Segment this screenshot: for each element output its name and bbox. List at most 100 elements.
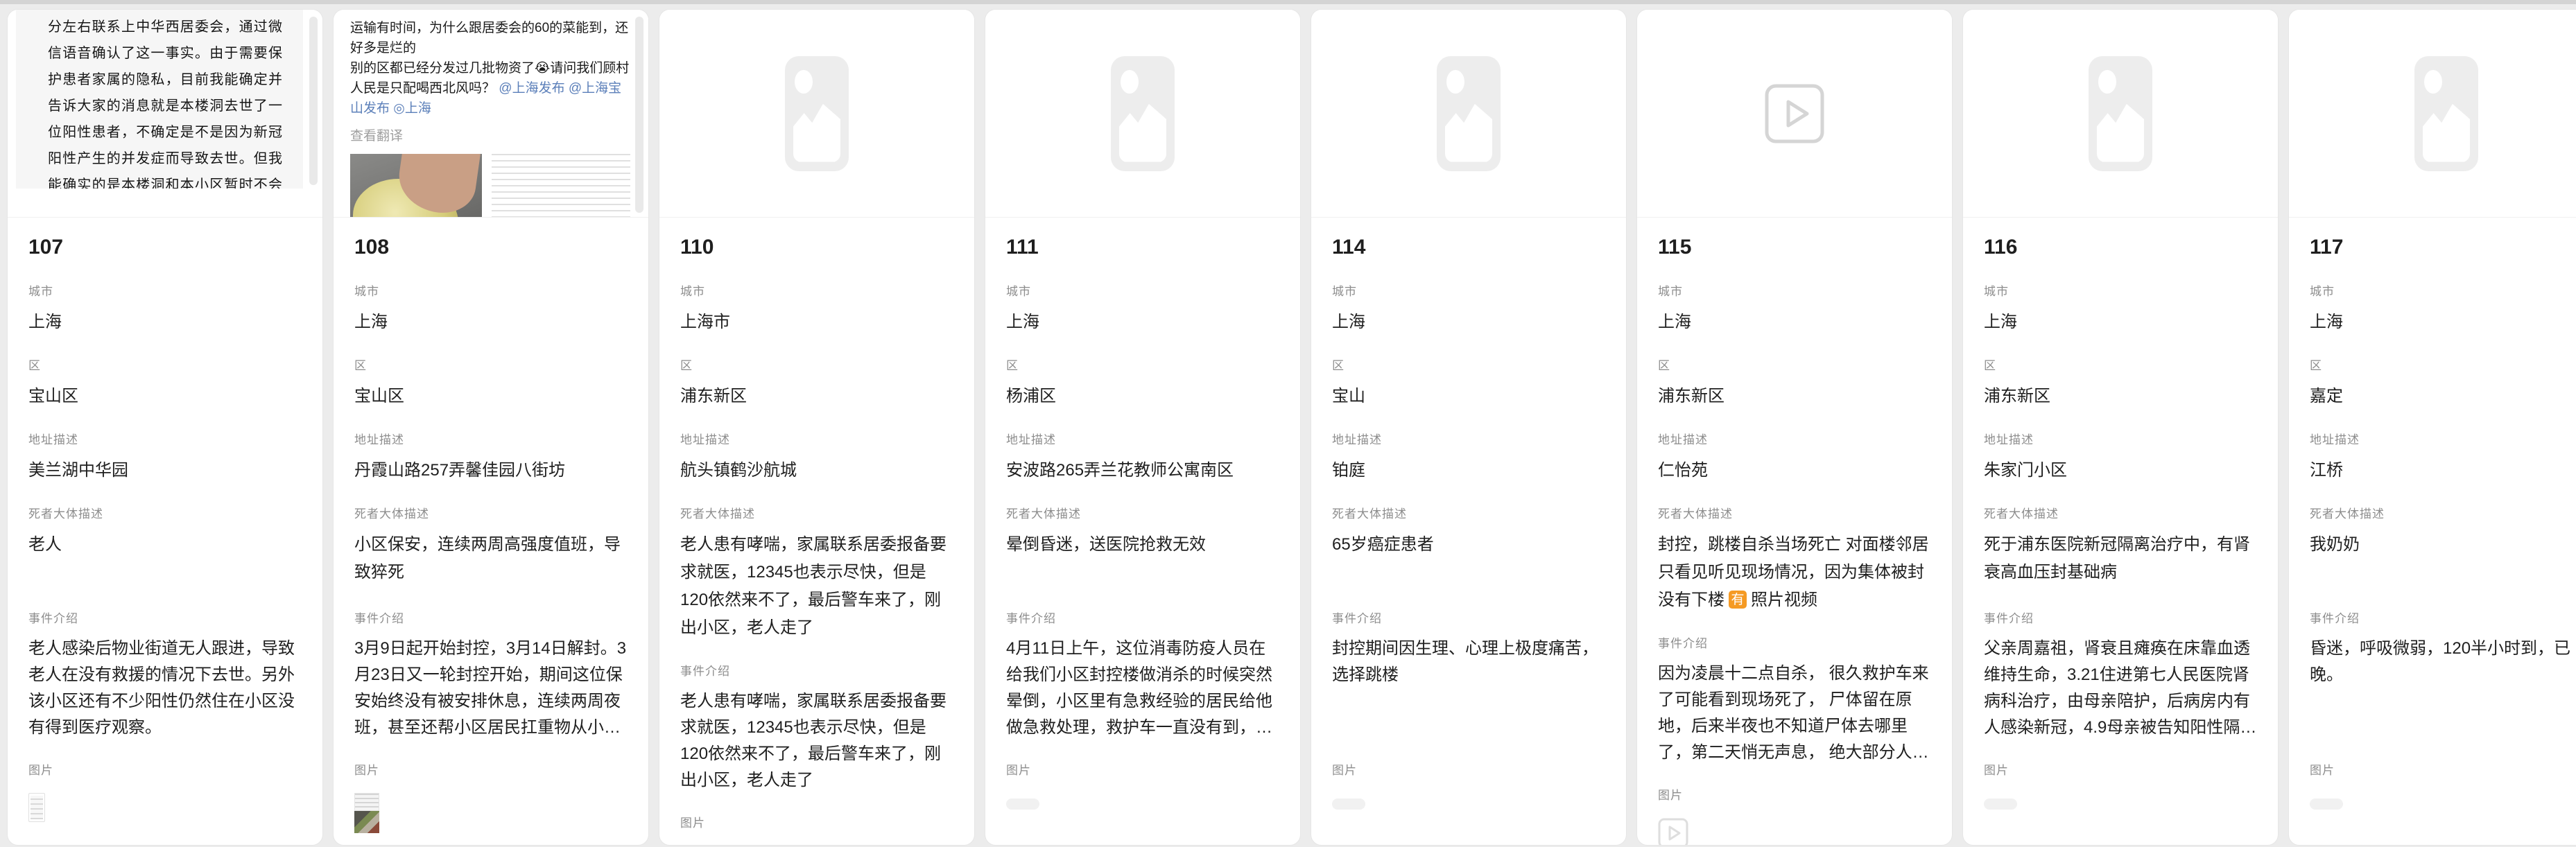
- field-value-event: 3月9日起开始封控，3月14日解封。3月23日又一轮封控开始，期间这位保安始终没…: [354, 636, 628, 741]
- thumbnail-zone: [2310, 787, 2576, 835]
- field-address: 地址描述 航头镇鹤沙航城: [680, 430, 953, 484]
- field-value-victim: 老人: [28, 531, 302, 589]
- field-victim: 死者大体描述 死于浦东医院新冠隔离治疗中，有肾衰高血压封基础病: [1984, 504, 2257, 589]
- field-label: 图片: [1658, 785, 1931, 803]
- field-event: 事件介绍 昏迷，呼吸微弱，120半小时到，已晚。: [2310, 609, 2576, 741]
- field-label: 事件介绍: [1658, 634, 1931, 651]
- image-placeholder-icon: [1111, 56, 1175, 171]
- field-city: 城市 上海市: [680, 281, 953, 336]
- placeholder-mountain: [793, 101, 840, 162]
- field-image: 图片: [680, 813, 953, 846]
- thumbnail-bottom: [354, 811, 379, 833]
- case-card-116[interactable]: 116 城市 上海 区 浦东新区 地址描述 朱家门小区 死者大体描述 死于浦东医…: [1962, 9, 2279, 846]
- card-media-placeholder[interactable]: [1311, 10, 1626, 218]
- weibo-post: 运输有时间，为什么跟居委会的60的菜能到，还好多是烂的 别的区都已经分发过几批物…: [334, 10, 648, 218]
- field-value-event: 因为凌晨十二点自杀， 很久救护车来了可能看到现场死了， 尸体留在原地，后来半夜也…: [1658, 661, 1931, 766]
- card-media-placeholder[interactable]: [1963, 10, 2278, 218]
- card-media-video[interactable]: [1637, 10, 1952, 218]
- field-district: 区 宝山区: [354, 356, 628, 410]
- field-district: 区 杨浦区: [1006, 356, 1279, 410]
- field-label: 地址描述: [680, 430, 953, 447]
- field-label: 区: [28, 356, 302, 373]
- image-thumbnail[interactable]: [354, 793, 379, 833]
- card-media-placeholder[interactable]: [2289, 10, 2576, 218]
- field-label: 城市: [1006, 281, 1279, 299]
- field-value-address: 丹霞山路257弄馨佳园八街坊: [354, 457, 628, 484]
- field-label: 图片: [2310, 760, 2576, 778]
- field-value-district: 浦东新区: [680, 383, 953, 410]
- field-value-city: 上海: [28, 308, 302, 336]
- card-media-placeholder[interactable]: [985, 10, 1300, 218]
- thumbnail-zone: [354, 787, 628, 835]
- card-body: 117 城市 上海 区 嘉定 地址描述 江桥 死者大体描述 我奶奶 事件介绍 昏…: [2289, 236, 2576, 846]
- image-thumbnail-placeholder: [1006, 798, 1039, 810]
- case-card-108[interactable]: 运输有时间，为什么跟居委会的60的菜能到，还好多是烂的 别的区都已经分发过几批物…: [333, 9, 649, 846]
- image-thumbnail[interactable]: [28, 793, 45, 822]
- field-value-victim: 死于浦东医院新冠隔离治疗中，有肾衰高血压封基础病: [1984, 531, 2257, 589]
- placeholder-mountain: [1119, 101, 1166, 162]
- view-translation-link[interactable]: 查看翻译: [350, 125, 630, 144]
- field-value-address: 江桥: [2310, 457, 2576, 484]
- placeholder-mountain: [2097, 101, 2144, 162]
- field-value-district: 杨浦区: [1006, 383, 1279, 410]
- thumbnail-zone: [1658, 812, 1931, 846]
- field-value-district: 嘉定: [2310, 383, 2576, 410]
- case-card-107[interactable]: 分左右联系上中华西居委会，通过微信语音确认了这一事实。由于需要保护患者家属的隐私…: [7, 9, 323, 846]
- field-label: 区: [1658, 356, 1931, 373]
- card-number: 114: [1332, 236, 1605, 259]
- case-card-111[interactable]: 111 城市 上海 区 杨浦区 地址描述 安波路265弄兰花教师公寓南区 死者大…: [985, 9, 1301, 846]
- card-number: 115: [1658, 236, 1931, 259]
- field-event: 事件介绍 因为凌晨十二点自杀， 很久救护车来了可能看到现场死了， 尸体留在原地，…: [1658, 634, 1931, 766]
- image-placeholder-icon: [2089, 56, 2152, 171]
- field-city: 城市 上海: [28, 281, 302, 336]
- field-value-victim: 65岁癌症患者: [1332, 531, 1605, 589]
- field-district: 区 浦东新区: [680, 356, 953, 410]
- case-card-115[interactable]: 115 城市 上海 区 浦东新区 地址描述 仁怡苑 死者大体描述 封控，跳楼自杀…: [1636, 9, 1953, 846]
- field-value-address: 朱家门小区: [1984, 457, 2257, 484]
- case-card-114[interactable]: 114 城市 上海 区 宝山 地址描述 铂庭 死者大体描述 65岁癌症患者 事件…: [1311, 9, 1627, 846]
- field-label: 地址描述: [354, 430, 628, 447]
- field-event: 事件介绍 3月9日起开始封控，3月14日解封。3月23日又一轮封控开始，期间这位…: [354, 609, 628, 741]
- field-city: 城市 上海: [1006, 281, 1279, 336]
- field-value-city: 上海: [1658, 308, 1931, 336]
- field-victim: 死者大体描述 小区保安，连续两周高强度值班，导致猝死: [354, 504, 628, 589]
- thumbnail-zone: [1332, 787, 1605, 835]
- field-label: 图片: [28, 760, 302, 778]
- card-number: 116: [1984, 236, 2257, 259]
- field-district: 区 嘉定: [2310, 356, 2576, 410]
- card-body: 116 城市 上海 区 浦东新区 地址描述 朱家门小区 死者大体描述 死于浦东医…: [1963, 236, 2278, 846]
- field-city: 城市 上海: [1984, 281, 2257, 336]
- field-label: 区: [1006, 356, 1279, 373]
- field-label: 死者大体描述: [2310, 504, 2576, 521]
- case-card-117[interactable]: 117 城市 上海 区 嘉定 地址描述 江桥 死者大体描述 我奶奶 事件介绍 昏…: [2288, 9, 2576, 846]
- victim-text: 我奶奶: [2310, 535, 2360, 554]
- field-label: 区: [1332, 356, 1605, 373]
- field-label: 事件介绍: [28, 609, 302, 626]
- field-city: 城市 上海: [2310, 281, 2576, 336]
- field-label: 事件介绍: [1332, 609, 1605, 626]
- card-body: 110 城市 上海市 区 浦东新区 地址描述 航头镇鹤沙航城 死者大体描述 老人…: [659, 236, 974, 846]
- media-scrollbar[interactable]: [635, 17, 643, 213]
- field-address: 地址描述 安波路265弄兰花教师公寓南区: [1006, 430, 1279, 484]
- field-city: 城市 上海: [1332, 281, 1605, 336]
- field-value-district: 浦东新区: [1984, 383, 2257, 410]
- field-value-district: 宝山: [1332, 383, 1605, 410]
- field-image: 图片: [28, 760, 302, 835]
- card-media-post[interactable]: 运输有时间，为什么跟居委会的60的菜能到，还好多是烂的 别的区都已经分发过几批物…: [334, 10, 648, 218]
- field-value-victim: 我奶奶: [2310, 531, 2576, 589]
- card-media-screenshot[interactable]: 分左右联系上中华西居委会，通过微信语音确认了这一事实。由于需要保护患者家属的隐私…: [8, 10, 322, 218]
- field-victim: 死者大体描述 65岁癌症患者: [1332, 504, 1605, 589]
- image-thumbnail-placeholder: [1984, 798, 2017, 810]
- field-label: 图片: [1006, 760, 1279, 778]
- case-card-110[interactable]: 110 城市 上海市 区 浦东新区 地址描述 航头镇鹤沙航城 死者大体描述 老人…: [659, 9, 975, 846]
- field-label: 图片: [680, 813, 953, 830]
- thumbnail-top: [354, 793, 379, 811]
- field-city: 城市 上海: [1658, 281, 1931, 336]
- field-address: 地址描述 江桥: [2310, 430, 2576, 484]
- card-media-placeholder[interactable]: [659, 10, 974, 218]
- card-body: 115 城市 上海 区 浦东新区 地址描述 仁怡苑 死者大体描述 封控，跳楼自杀…: [1637, 236, 1952, 846]
- video-thumbnail[interactable]: [1658, 818, 1688, 846]
- field-value-city: 上海: [354, 308, 628, 336]
- field-value-city: 上海市: [680, 308, 953, 336]
- media-scrollbar[interactable]: [309, 17, 318, 185]
